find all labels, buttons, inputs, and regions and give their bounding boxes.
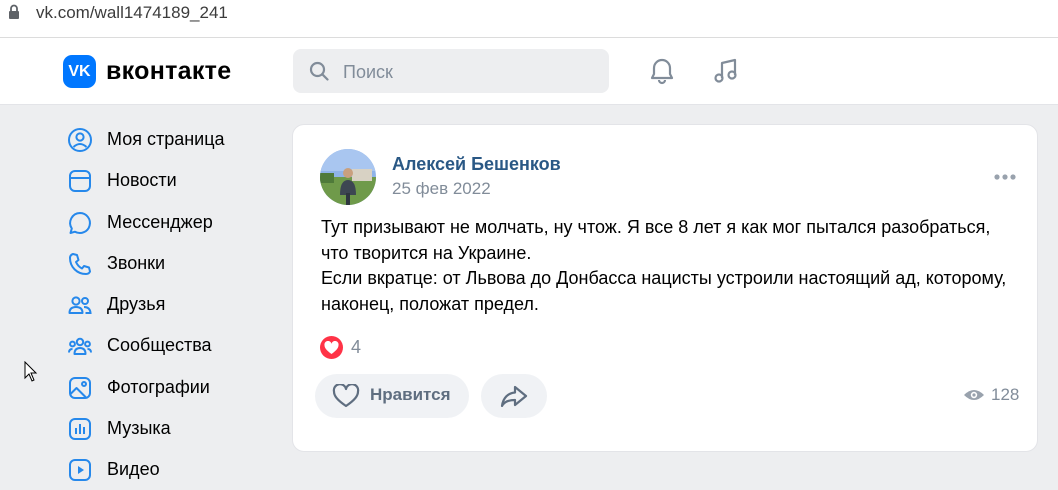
sidebar-item-label: Музыка xyxy=(107,418,171,439)
eye-icon xyxy=(963,388,985,407)
browser-url-bar[interactable]: vk.com/wall1474189_241 xyxy=(0,0,1058,38)
sidebar-item-communities[interactable]: Сообщества xyxy=(63,324,273,365)
sidebar-item-my-page[interactable]: Моя страница xyxy=(63,118,273,159)
sidebar-item-label: Друзья xyxy=(107,294,166,315)
post-text: Тут призывают не молчать, ну чтож. Я все… xyxy=(321,215,1021,317)
post-card: Алексей Бешенков 25 фев 2022 Тут призыва… xyxy=(292,124,1038,452)
sidebar-item-label: Мессенджер xyxy=(107,211,213,232)
news-icon xyxy=(67,168,93,194)
sidebar-item-label: Сообщества xyxy=(107,335,212,356)
post-text-line: что творится на Украине. xyxy=(321,242,532,263)
author-avatar[interactable] xyxy=(320,149,376,205)
likes-count: 4 xyxy=(351,337,362,357)
heart-icon xyxy=(332,383,360,411)
sidebar-item-messenger[interactable]: Мессенджер xyxy=(63,201,273,242)
share-arrow-icon xyxy=(500,385,528,410)
heart-reaction-icon xyxy=(320,336,343,359)
messenger-icon xyxy=(67,210,93,236)
like-button[interactable]: Нравится xyxy=(315,374,469,418)
share-button[interactable] xyxy=(481,374,547,418)
post-text-line: наконец, положат предел. xyxy=(321,293,539,314)
sidebar-item-video[interactable]: Видео xyxy=(63,448,273,489)
search-input[interactable] xyxy=(341,57,595,87)
sidebar-item-music[interactable]: Музыка xyxy=(63,407,273,448)
search-box[interactable] xyxy=(293,49,609,93)
post-text-line: Если вкратце: от Львова до Донбасса наци… xyxy=(321,268,1007,288)
like-button-label: Нравится xyxy=(370,385,451,404)
bell-icon[interactable] xyxy=(647,56,677,91)
post-date[interactable]: 25 фев 2022 xyxy=(392,179,491,199)
views-count: 128 xyxy=(991,385,1020,404)
url-text[interactable]: vk.com/wall1474189_241 xyxy=(36,3,228,23)
left-sidebar: Моя страница Новости Мессенджер Звонки Д… xyxy=(63,118,273,490)
profile-icon xyxy=(67,127,93,153)
sidebar-item-label: Видео xyxy=(107,459,160,480)
author-name[interactable]: Алексей Бешенков xyxy=(392,154,561,175)
music-icon[interactable] xyxy=(711,56,741,91)
friends-icon xyxy=(67,292,93,318)
sidebar-item-label: Новости xyxy=(107,170,177,191)
sidebar-item-label: Фотографии xyxy=(107,376,210,397)
lock-icon xyxy=(8,4,20,25)
more-options-icon[interactable] xyxy=(993,168,1017,186)
music-chart-icon xyxy=(67,416,93,442)
sidebar-item-label: Моя страница xyxy=(107,129,225,149)
phone-icon xyxy=(67,251,93,277)
sidebar-item-friends[interactable]: Друзья xyxy=(63,283,273,324)
communities-icon xyxy=(67,333,93,359)
vk-logo-icon[interactable]: VK xyxy=(63,55,96,88)
logo-text[interactable]: вконтакте xyxy=(106,55,231,88)
video-icon xyxy=(67,457,93,483)
site-header: VK вконтакте xyxy=(0,38,1058,105)
photos-icon xyxy=(67,375,93,401)
logo-mark: VK xyxy=(68,63,91,80)
mouse-cursor-icon xyxy=(24,360,38,388)
post-text-line: Тут призывают не молчать, ну чтож. Я все… xyxy=(321,217,991,237)
search-icon xyxy=(309,61,329,86)
sidebar-item-news[interactable]: Новости xyxy=(63,159,273,200)
sidebar-item-calls[interactable]: Звонки xyxy=(63,242,273,283)
sidebar-item-label: Звонки xyxy=(107,252,166,273)
sidebar-item-photos[interactable]: Фотографии xyxy=(63,366,273,407)
